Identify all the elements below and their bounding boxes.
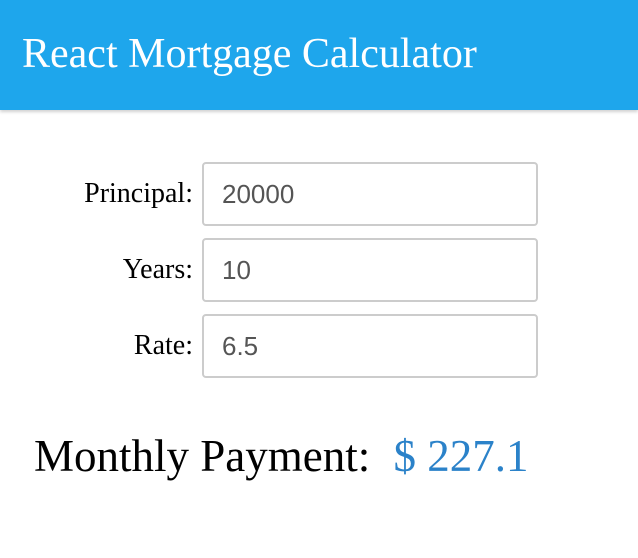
years-label: Years: bbox=[122, 254, 193, 285]
monthly-payment-result: Monthly Payment: $ 227.1 bbox=[34, 428, 529, 484]
app-header: React Mortgage Calculator bbox=[0, 0, 638, 110]
principal-input[interactable] bbox=[202, 162, 538, 226]
rate-input[interactable] bbox=[202, 314, 538, 378]
monthly-payment-value: $ 227.1 bbox=[393, 431, 529, 481]
rate-label: Rate: bbox=[133, 330, 193, 361]
monthly-payment-label: Monthly Payment: bbox=[34, 431, 371, 481]
years-input[interactable] bbox=[202, 238, 538, 302]
app-title: React Mortgage Calculator bbox=[22, 31, 477, 77]
principal-label: Principal: bbox=[84, 178, 193, 209]
years-row: Years: bbox=[0, 238, 638, 302]
rate-row: Rate: bbox=[0, 314, 638, 378]
principal-row: Principal: bbox=[0, 162, 638, 226]
